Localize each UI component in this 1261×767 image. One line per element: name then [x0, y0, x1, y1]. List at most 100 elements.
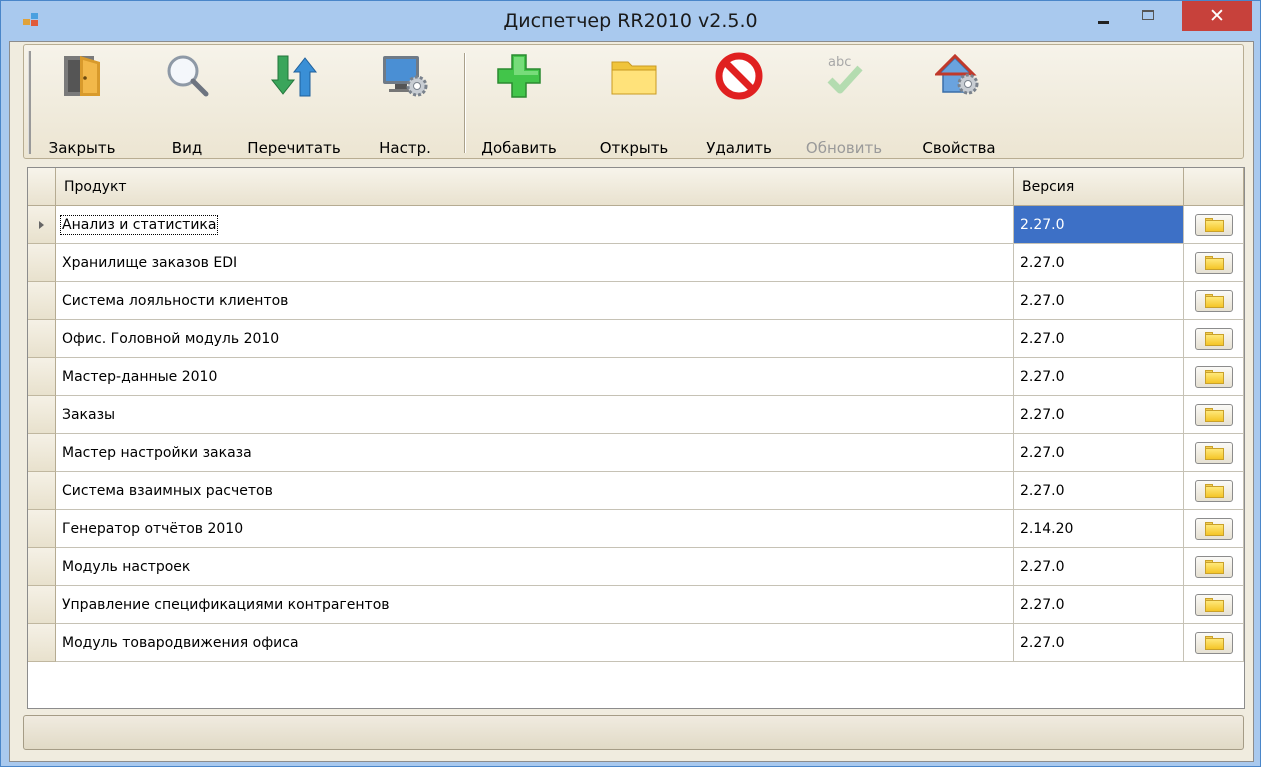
product-name: Мастер настройки заказа [62, 445, 252, 461]
column-header-action[interactable] [1184, 168, 1244, 206]
folder-icon [1205, 448, 1224, 460]
version-cell[interactable]: 2.27.0 [1014, 358, 1184, 396]
open-folder-button[interactable] [1195, 480, 1233, 502]
settings-label: Настр. [379, 139, 431, 157]
update-button[interactable]: abc Обновить [794, 49, 894, 157]
column-header-product[interactable]: Продукт [56, 168, 1014, 206]
open-folder-button[interactable] [1195, 252, 1233, 274]
row-header[interactable] [28, 358, 56, 396]
version-cell[interactable]: 2.27.0 [1014, 548, 1184, 586]
house-gear-icon [935, 53, 979, 95]
product-cell[interactable]: Модуль настроек [56, 548, 1014, 586]
version-cell[interactable]: 2.27.0 [1014, 320, 1184, 358]
close-button[interactable]: Закрыть [42, 49, 122, 157]
product-name: Анализ и статистика [59, 215, 219, 235]
add-button[interactable]: Добавить [469, 49, 569, 157]
product-cell[interactable]: Управление спецификациями контрагентов [56, 586, 1014, 624]
product-name: Заказы [62, 407, 116, 423]
row-header[interactable] [28, 434, 56, 472]
open-folder-button[interactable] [1195, 290, 1233, 312]
properties-label: Свойства [922, 139, 996, 157]
product-cell[interactable]: Система взаимных расчетов [56, 472, 1014, 510]
folder-icon [1205, 372, 1224, 384]
close-window-button[interactable]: ✕ [1182, 1, 1252, 31]
table-row[interactable]: Заказы 2.27.0 [28, 396, 1244, 434]
action-cell [1184, 510, 1244, 548]
product-cell[interactable]: Офис. Головной модуль 2010 [56, 320, 1014, 358]
door-icon [64, 56, 100, 96]
toolbar-grip[interactable] [28, 51, 31, 154]
table-row[interactable]: Анализ и статистика 2.27.0 [28, 206, 1244, 244]
open-button[interactable]: Открыть [589, 49, 679, 157]
product-cell[interactable]: Мастер настройки заказа [56, 434, 1014, 472]
minimize-button[interactable] [1086, 1, 1122, 33]
open-folder-button[interactable] [1195, 442, 1233, 464]
title-bar[interactable]: Диспетчер RR2010 v2.5.0 ✕ [1, 1, 1260, 41]
table-row[interactable]: Мастер настройки заказа 2.27.0 [28, 434, 1244, 472]
product-cell[interactable]: Заказы [56, 396, 1014, 434]
row-header[interactable] [28, 396, 56, 434]
version-cell[interactable]: 2.27.0 [1014, 396, 1184, 434]
row-header[interactable] [28, 510, 56, 548]
maximize-button[interactable] [1131, 1, 1167, 33]
table-row[interactable]: Управление спецификациями контрагентов 2.… [28, 586, 1244, 624]
products-grid[interactable]: Продукт Версия Анализ и статистика 2.27.0… [27, 167, 1245, 709]
row-header[interactable] [28, 586, 56, 624]
action-cell [1184, 320, 1244, 358]
reread-label: Перечитать [247, 139, 341, 157]
action-cell [1184, 472, 1244, 510]
open-folder-button[interactable] [1195, 518, 1233, 540]
version-cell[interactable]: 2.27.0 [1014, 624, 1184, 662]
product-cell[interactable]: Генератор отчётов 2010 [56, 510, 1014, 548]
row-header[interactable] [28, 282, 56, 320]
table-row[interactable]: Мастер-данные 2010 2.27.0 [28, 358, 1244, 396]
version-cell[interactable]: 2.27.0 [1014, 206, 1184, 244]
version-cell[interactable]: 2.27.0 [1014, 282, 1184, 320]
version-cell[interactable]: 2.27.0 [1014, 434, 1184, 472]
open-folder-button[interactable] [1195, 328, 1233, 350]
table-row[interactable]: Хранилище заказов EDI 2.27.0 [28, 244, 1244, 282]
open-folder-button[interactable] [1195, 366, 1233, 388]
row-header[interactable] [28, 206, 56, 244]
properties-button[interactable]: Свойства [909, 49, 1009, 157]
row-header[interactable] [28, 472, 56, 510]
product-name: Система взаимных расчетов [62, 483, 273, 499]
open-folder-button[interactable] [1195, 632, 1233, 654]
row-header[interactable] [28, 244, 56, 282]
product-cell[interactable]: Модуль товародвижения офиса [56, 624, 1014, 662]
table-row[interactable]: Система взаимных расчетов 2.27.0 [28, 472, 1244, 510]
product-name: Управление спецификациями контрагентов [62, 597, 390, 613]
app-window: Диспетчер RR2010 v2.5.0 ✕ Закрыть Вид Пе… [0, 0, 1261, 767]
product-cell[interactable]: Система лояльности клиентов [56, 282, 1014, 320]
version-cell[interactable]: 2.27.0 [1014, 586, 1184, 624]
row-header[interactable] [28, 624, 56, 662]
reread-button[interactable]: Перечитать [234, 49, 354, 157]
open-folder-button[interactable] [1195, 214, 1233, 236]
version-cell[interactable]: 2.14.20 [1014, 510, 1184, 548]
delete-button[interactable]: Удалить [694, 49, 784, 157]
product-cell[interactable]: Анализ и статистика [56, 206, 1014, 244]
folder-icon [1205, 410, 1224, 422]
product-cell[interactable]: Хранилище заказов EDI [56, 244, 1014, 282]
table-row[interactable]: Модуль товародвижения офиса 2.27.0 [28, 624, 1244, 662]
header-corner[interactable] [28, 168, 56, 206]
version-cell[interactable]: 2.27.0 [1014, 244, 1184, 282]
row-header[interactable] [28, 548, 56, 586]
column-header-version[interactable]: Версия [1014, 168, 1184, 206]
view-button[interactable]: Вид [157, 49, 217, 157]
version-cell[interactable]: 2.27.0 [1014, 472, 1184, 510]
product-cell[interactable]: Мастер-данные 2010 [56, 358, 1014, 396]
open-folder-button[interactable] [1195, 594, 1233, 616]
settings-button[interactable]: Настр. [369, 49, 441, 157]
svg-text:abc: abc [828, 55, 851, 70]
table-row[interactable]: Модуль настроек 2.27.0 [28, 548, 1244, 586]
version-value: 2.27.0 [1020, 635, 1065, 651]
row-header[interactable] [28, 320, 56, 358]
product-name: Система лояльности клиентов [62, 293, 289, 309]
product-name: Хранилище заказов EDI [62, 255, 238, 271]
open-folder-button[interactable] [1195, 556, 1233, 578]
open-folder-button[interactable] [1195, 404, 1233, 426]
table-row[interactable]: Офис. Головной модуль 2010 2.27.0 [28, 320, 1244, 358]
table-row[interactable]: Система лояльности клиентов 2.27.0 [28, 282, 1244, 320]
table-row[interactable]: Генератор отчётов 2010 2.14.20 [28, 510, 1244, 548]
